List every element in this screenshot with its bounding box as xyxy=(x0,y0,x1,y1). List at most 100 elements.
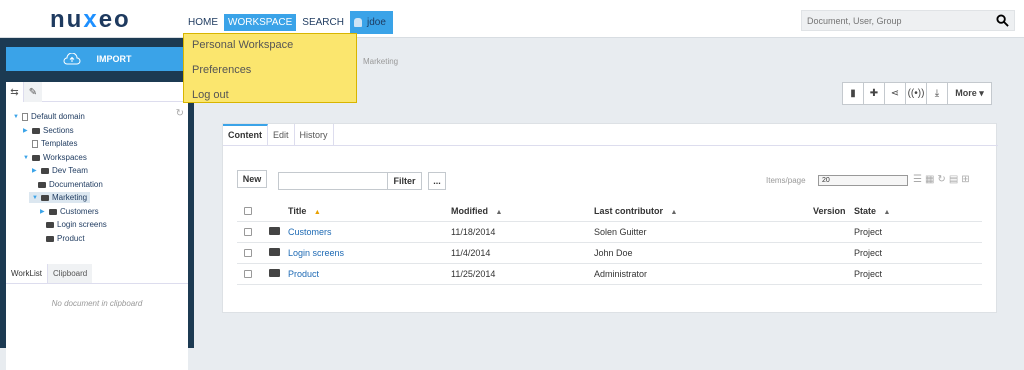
menu-item-log-out[interactable]: Log out xyxy=(184,84,356,109)
tree-item-workspaces[interactable]: ▼ Workspaces xyxy=(23,153,87,162)
user-name: jdoe xyxy=(366,17,386,28)
thumbnail-view-icon[interactable]: ▦ xyxy=(925,174,934,185)
search-box xyxy=(801,10,1015,31)
header-title[interactable]: Title ▲ xyxy=(288,206,321,216)
folder-icon xyxy=(269,269,280,279)
top-bar: nuxeo HOME WORKSPACE SEARCH jdoe xyxy=(0,0,1024,38)
book-icon[interactable]: ▮ xyxy=(843,83,864,104)
expanded-icon: ▼ xyxy=(23,154,29,161)
share-icon[interactable]: ⋖ xyxy=(885,83,906,104)
refresh-icon[interactable]: ↻ xyxy=(176,108,184,119)
import-button[interactable]: IMPORT xyxy=(6,47,188,71)
search-icon[interactable] xyxy=(996,14,1009,27)
folder-icon xyxy=(269,227,280,237)
left-sidebar: IMPORT ⇆ ✎ ↻ ▼ Default domain ▶ Sections T… xyxy=(0,38,194,370)
row-checkbox[interactable] xyxy=(244,249,252,257)
add-column-icon[interactable]: ⊞ xyxy=(961,174,969,185)
folder-icon xyxy=(269,248,280,258)
tree-item-sections[interactable]: ▶ Sections xyxy=(23,126,74,135)
filter-input[interactable] xyxy=(278,172,388,190)
row-checkbox[interactable] xyxy=(244,270,252,278)
folder-icon xyxy=(32,154,40,161)
items-per-page-label: Items/page xyxy=(766,176,806,185)
tree-item-documentation[interactable]: Documentation xyxy=(38,180,103,189)
cloud-upload-icon xyxy=(63,53,80,65)
spreadsheet-icon[interactable]: ▤ xyxy=(949,174,958,185)
user-icon xyxy=(353,18,362,27)
tree-item-login-screens[interactable]: Login screens xyxy=(46,220,107,229)
collapsed-icon: ▶ xyxy=(40,209,45,215)
row-contributor: Solen Guitter xyxy=(594,227,647,237)
table-row: Login screens 11/4/2014 John Doe Project xyxy=(237,243,982,264)
row-modified: 11/25/2014 xyxy=(451,269,496,279)
expanded-icon: ▼ xyxy=(13,113,19,120)
select-all-checkbox[interactable] xyxy=(244,207,252,215)
list-view-icon[interactable]: ☰ xyxy=(913,174,922,185)
subscribe-icon[interactable]: ((•)) xyxy=(906,83,927,104)
import-label: IMPORT xyxy=(96,54,132,64)
user-menu-dropdown: Personal Workspace Preferences Log out xyxy=(183,33,357,103)
row-checkbox[interactable] xyxy=(244,228,252,236)
content-panel: Content Edit History New Filter ... Item… xyxy=(222,123,998,313)
tab-worklist[interactable]: WorkList xyxy=(6,264,48,283)
nuxeo-logo[interactable]: nuxeo xyxy=(50,6,131,34)
nav-home[interactable]: HOME xyxy=(186,14,220,31)
row-contributor: John Doe xyxy=(594,248,633,258)
row-state: Project xyxy=(854,269,883,279)
search-input[interactable] xyxy=(802,11,982,30)
folder-icon xyxy=(32,127,40,134)
tab-clipboard[interactable]: Clipboard xyxy=(47,264,93,283)
tab-history[interactable]: History xyxy=(295,124,334,145)
tree-item-marketing[interactable]: ▼ Marketing xyxy=(29,192,91,203)
tab-content[interactable]: Content xyxy=(223,124,268,145)
menu-item-personal-workspace[interactable]: Personal Workspace xyxy=(184,34,356,59)
table-row: Customers 11/18/2014 Solen Guitter Proje… xyxy=(237,222,982,243)
tree-item-dev-team[interactable]: ▶ Dev Team xyxy=(32,166,88,175)
folder-icon xyxy=(38,181,46,188)
header-state[interactable]: State ▲ xyxy=(854,206,890,216)
domain-icon xyxy=(22,112,28,121)
expanded-icon: ▼ xyxy=(32,194,38,201)
folder-icon xyxy=(49,208,57,215)
items-per-page-select[interactable]: 20 xyxy=(818,175,908,186)
header-version[interactable]: Version xyxy=(813,206,846,216)
row-modified: 11/18/2014 xyxy=(451,227,496,237)
worklist-panel: WorkList Clipboard No document in clipbo… xyxy=(6,264,188,370)
row-contributor: Administrator xyxy=(594,269,648,279)
user-menu-button[interactable]: jdoe xyxy=(349,11,393,34)
pin-icon[interactable]: ✚ xyxy=(864,83,885,104)
navigation-tree-panel: ⇆ ✎ ↻ ▼ Default domain ▶ Sections Template… xyxy=(6,82,188,288)
table-header: Title ▲ Modified ▲ Last contributor ▲ Ve… xyxy=(237,201,982,222)
more-actions-button[interactable]: More ▾ xyxy=(948,83,991,104)
row-title-link[interactable]: Login screens xyxy=(288,248,344,258)
tree-item-templates[interactable]: Templates xyxy=(32,139,77,148)
tag-tab-icon[interactable]: ✎ xyxy=(24,82,42,102)
tree-tab-icon[interactable]: ⇆ xyxy=(6,82,24,102)
folder-icon xyxy=(46,221,54,228)
tab-edit[interactable]: Edit xyxy=(268,124,295,145)
row-title-link[interactable]: Product xyxy=(288,269,319,279)
tree-item-product[interactable]: Product xyxy=(46,234,85,243)
row-state: Project xyxy=(854,248,883,258)
nav-search[interactable]: SEARCH xyxy=(300,14,346,31)
download-icon[interactable]: ⤓ xyxy=(927,83,948,104)
new-button[interactable]: New xyxy=(237,170,267,188)
filter-button[interactable]: Filter xyxy=(387,172,422,190)
header-last-contributor[interactable]: Last contributor ▲ xyxy=(594,206,677,216)
row-title-link[interactable]: Customers xyxy=(288,227,332,237)
tree-item-default-domain[interactable]: ▼ Default domain xyxy=(13,112,85,121)
tree-item-customers[interactable]: ▶ Customers xyxy=(40,207,99,216)
menu-item-preferences[interactable]: Preferences xyxy=(184,59,356,84)
header-modified[interactable]: Modified ▲ xyxy=(451,206,502,216)
more-filter-button[interactable]: ... xyxy=(428,172,446,190)
nav-workspace[interactable]: WORKSPACE xyxy=(224,14,297,31)
refresh-icon[interactable]: ↻ xyxy=(937,174,945,185)
clipboard-empty-message: No document in clipboard xyxy=(51,299,143,308)
document-actions: ▮ ✚ ⋖ ((•)) ⤓ More ▾ xyxy=(842,82,992,105)
row-modified: 11/4/2014 xyxy=(451,248,491,258)
row-state: Project xyxy=(854,227,883,237)
table-row: Product 11/25/2014 Administrator Project xyxy=(237,264,982,285)
folder-icon xyxy=(41,194,49,201)
main-nav: HOME WORKSPACE SEARCH jdoe xyxy=(186,11,393,34)
breadcrumb[interactable]: Marketing xyxy=(363,57,398,66)
